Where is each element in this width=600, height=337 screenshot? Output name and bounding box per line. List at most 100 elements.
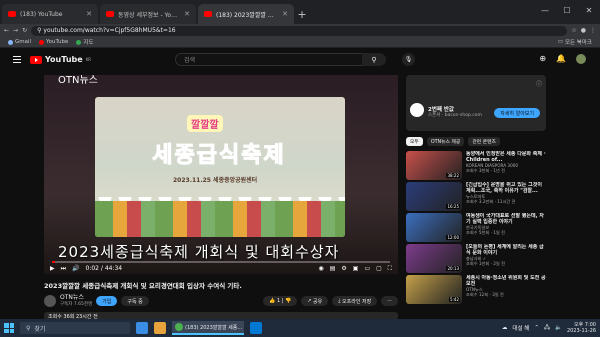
create-icon[interactable]: ⊕ [539, 54, 546, 64]
youtube-header: YouTube KR 검색 ⚲ 🎙 ⊕ 🔔 [0, 48, 600, 72]
maximize-icon[interactable]: ☐ [556, 0, 578, 20]
next-icon[interactable]: ⏭ [61, 265, 66, 273]
speaker-icon[interactable]: 🔈 [555, 325, 562, 331]
edge-icon[interactable] [250, 322, 262, 334]
filter-chip[interactable]: 관련 콘텐츠 [468, 137, 500, 146]
join-button[interactable]: 가입 [96, 296, 118, 306]
close-tab-icon[interactable]: ✕ [184, 10, 190, 18]
recommendation-thumbnail[interactable]: 20:13 [406, 244, 462, 273]
channel-name[interactable]: OTN뉴스 [60, 294, 92, 302]
recommendation-item[interactable]: 16:25 [긴급입수] 운명을 쥐고 있는 그것이 계획...조국, 축하 이유… [406, 182, 546, 211]
voice-search-icon[interactable]: 🎙 [402, 53, 415, 66]
ad-card[interactable]: ⓘ 2번째 반값 스폰서 · bacon-shop.com 자세히 알아보기 [406, 75, 546, 131]
new-tab-button[interactable]: + [294, 4, 310, 24]
ad-info-icon[interactable]: ⓘ [536, 79, 542, 88]
autoplay-toggle[interactable]: ◉ [318, 265, 323, 272]
channel-avatar[interactable] [44, 295, 56, 307]
more-button[interactable]: ··· [381, 296, 398, 306]
taskbar-search[interactable]: ⚲ 찾기 [20, 322, 130, 334]
search-placeholder: 검색 [184, 57, 196, 64]
search-input[interactable]: 검색 [175, 53, 385, 66]
subscribe-button[interactable]: 구독 중 [121, 296, 149, 306]
recommendation-thumbnail[interactable]: 16:25 [406, 182, 462, 211]
recommendation-title[interactable]: [긴급입수] 운명을 쥐고 있는 그것이 계획...조국, 축하 이유가 "검찰… [466, 182, 546, 194]
recommendation-meta: 조회수 3천회 · 1년 전 [466, 168, 505, 173]
avatar[interactable] [576, 54, 586, 64]
browser-tab[interactable]: 동영상 세부정보 - YouTube Stu ✕ [100, 4, 196, 24]
bookmark-youtube[interactable]: YouTube [39, 39, 68, 45]
recommendation-item[interactable]: 5:42 세종시 아동·청소년 위원회 및 도전 공모전 OTN뉴스 조회수 12회 … [406, 275, 546, 304]
thumbs-up-icon: 👍 [269, 298, 277, 304]
recommendation-item[interactable]: 20:13 [오늘의 논평] 세계에 알리는 세종 급식 문화 이야기 충남사회 ✓… [406, 244, 546, 273]
search-button[interactable]: ⚲ [362, 53, 386, 66]
fullscreen-icon[interactable]: ⛶ [388, 265, 392, 273]
share-button[interactable]: ↗ 공유 [301, 296, 329, 306]
clock[interactable]: 오후 7:00 2023-11-26 [567, 322, 596, 334]
close-tab-icon[interactable]: ✕ [282, 10, 288, 18]
recommendation-meta: 조회수 3.2만회 · 11시간 전 [466, 199, 516, 204]
minimize-icon[interactable]: — [534, 0, 556, 20]
maps-icon [76, 39, 82, 45]
filter-chip[interactable]: 모두 [406, 137, 423, 146]
bookmark-label: Gmail [15, 39, 32, 45]
star-icon[interactable]: ☆ [571, 27, 576, 34]
download-button[interactable]: ⤓ 오프라인 저장 [332, 296, 378, 306]
folder-icon[interactable] [154, 322, 166, 334]
bookmark-gmail[interactable]: Gmail [8, 39, 31, 45]
recommendation-item[interactable]: 38:22 동양에서 인정받은 세종 다문화 축제 · Children of..… [406, 151, 546, 180]
download-label: 오프라인 저장 [342, 298, 372, 305]
browser-menu-icon[interactable]: ⋮ [590, 27, 596, 34]
recommendation-title[interactable]: 여동생이 국가대표로 선발 됐는데, 자기 실력 입증한 이야기 [466, 213, 546, 225]
file-explorer-icon[interactable] [136, 322, 148, 334]
windows-start-icon[interactable] [4, 323, 14, 333]
header-actions: ⊕ 🔔 [539, 54, 586, 64]
url-field[interactable]: ⚲ youtube.com/watch?v=Cjpf5G8hMU5&t=16 [31, 25, 568, 36]
filter-chip[interactable]: OTN뉴스 제공 [426, 137, 465, 146]
taskbar-chrome-window[interactable]: (183) 2023깔깔깔 세종... [172, 321, 244, 335]
bookmark-maps[interactable]: 지도 [76, 38, 94, 46]
forward-icon[interactable]: → [13, 27, 18, 34]
recommendation-title[interactable]: 세종시 아동·청소년 위원회 및 도전 공모전 [466, 275, 546, 287]
play-icon[interactable]: ▶ [50, 265, 55, 272]
captions-icon[interactable]: ▤ [330, 265, 336, 272]
settings-icon[interactable]: ⚙ [341, 265, 346, 272]
recommendation-thumbnail[interactable]: 5:42 [406, 275, 462, 304]
cast-icon[interactable]: ▢ [376, 265, 382, 272]
like-button[interactable]: 👍 1 | 👎 [263, 296, 298, 306]
video-player[interactable]: 깔깔깔 세종급식축제 2023.11.25 세종중앙공원센터 OTN뉴스 202… [44, 75, 398, 274]
video-duration: 12:00 [446, 235, 460, 240]
channel-info: OTN뉴스 구독자 7.65천명 [60, 294, 92, 307]
back-icon[interactable]: ← [4, 27, 9, 34]
close-tab-icon[interactable]: ✕ [86, 10, 92, 18]
thumbs-down-icon[interactable]: | 👎 [280, 298, 292, 304]
recommendation-thumbnail[interactable]: 38:22 [406, 151, 462, 180]
youtube-logo[interactable]: YouTube KR [30, 55, 91, 64]
recommendation-info: [오늘의 논평] 세계에 알리는 세종 급식 문화 이야기 충남사회 ✓ 조회수 1… [466, 244, 546, 273]
browser-tab[interactable]: (183) YouTube ✕ [2, 4, 98, 24]
hamburger-menu-icon[interactable] [13, 56, 21, 63]
volume-icon[interactable]: 🔊 [72, 265, 79, 272]
address-bar-row: ← → ↻ ⚲ youtube.com/watch?v=Cjpf5G8hMU5&… [0, 24, 600, 37]
miniplayer-icon[interactable]: ▣ [353, 265, 359, 272]
ad-cta-button[interactable]: 자세히 알아보기 [494, 108, 540, 118]
recommendation-item[interactable]: 12:00 여동생이 국가대표로 선발 됐는데, 자기 실력 입증한 이야기 한국기… [406, 213, 546, 242]
ad-sponsor: 스폰서 · bacon-shop.com [428, 113, 482, 118]
recommendation-title[interactable]: [오늘의 논평] 세계에 알리는 세종 급식 문화 이야기 [466, 244, 546, 256]
tab-label: (183) 2023깔깔깔 세종급식축 [216, 11, 279, 19]
profile-icon[interactable]: ● [581, 27, 586, 34]
notifications-icon[interactable]: 🔔 [556, 54, 566, 64]
video-actions: 👍 1 | 👎 ↗ 공유 ⤓ 오프라인 저장 ··· [263, 296, 398, 306]
close-window-icon[interactable]: ✕ [578, 0, 600, 20]
network-icon[interactable]: 🖧 [544, 324, 550, 333]
all-bookmarks[interactable]: ▭ 모든 북마크 [558, 38, 592, 46]
theater-icon[interactable]: ▭ [364, 265, 370, 272]
browser-tab-active[interactable]: (183) 2023깔깔깔 세종급식축 ✕ [198, 4, 294, 24]
screen-title: 세종급식축제 [152, 143, 286, 169]
recommendation-thumbnail[interactable]: 12:00 [406, 213, 462, 242]
reload-icon[interactable]: ↻ [22, 27, 27, 34]
recommendation-title[interactable]: 동양에서 인정받은 세종 다문화 축제 · Children of... [466, 151, 546, 163]
video-caption: 2023세종급식축제 개회식 및 대회수상자 [58, 243, 340, 261]
tray-arrow-icon[interactable]: ⌃ [534, 325, 539, 331]
progress-bar[interactable] [52, 261, 390, 263]
weather-icon[interactable]: ☁ [502, 325, 508, 331]
